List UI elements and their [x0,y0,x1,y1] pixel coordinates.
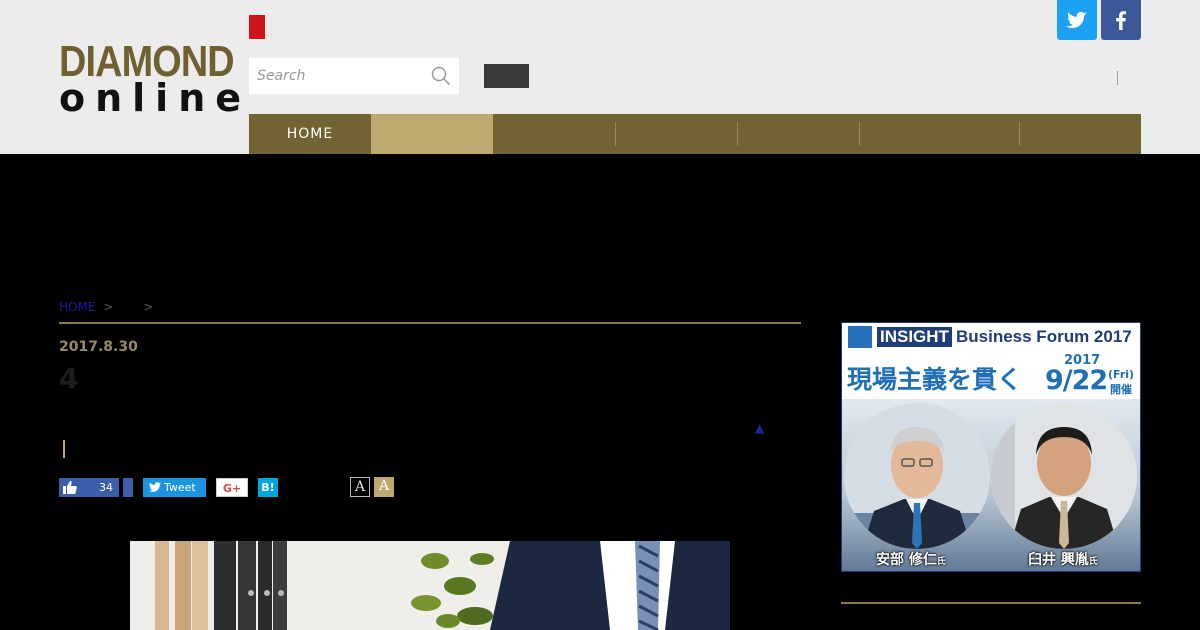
speaker-2-portrait [991,403,1137,549]
main-nav: HOME [249,114,1141,154]
facebook-icon [1116,11,1126,30]
nav-item-5[interactable] [859,114,1019,154]
header-divider [1117,71,1118,85]
speaker-2-suffix: 氏 [1088,557,1098,567]
article-title: 4 [59,362,79,395]
facebook-share-button[interactable] [123,478,133,497]
logo-wordmark-diamond: DIAMOND [59,37,235,86]
font-size-large-button[interactable]: A [374,477,394,497]
nav-item-3[interactable] [615,114,737,154]
breadcrumb-home-link[interactable]: HOME [59,300,95,314]
ad-forum-title: Business Forum 2017 [956,327,1132,346]
breadcrumb-separator: > [103,300,114,314]
ad-day-of-week: (Fri) [1108,368,1135,381]
speaker-2-name: 臼井 興胤氏 [1028,549,1098,569]
scroll-up-arrow-icon[interactable]: ▲ [755,421,764,435]
tweet-label: Tweet [164,481,196,494]
facebook-follow-button[interactable] [1101,0,1141,40]
speaker-2-name-text: 臼井 興胤 [1028,552,1089,568]
premium-badge[interactable] [249,15,265,39]
site-logo[interactable]: DIAMOND online [59,37,252,120]
google-plus-button[interactable]: G+ [216,478,248,497]
ad-insight-label: INSIGHT [877,327,952,347]
nav-item-2[interactable] [493,114,615,154]
ad-date: 9/22 [1045,365,1108,396]
breadcrumb-separator: > [143,300,154,314]
speaker-1-suffix: 氏 [936,557,946,567]
hatena-bookmark-button[interactable]: B! [258,478,278,497]
twitter-bird-icon [149,482,161,492]
speaker-1-name-text: 安部 修仁 [876,552,937,568]
login-button[interactable] [484,64,529,88]
tweet-button[interactable]: Tweet [143,478,206,497]
search-icon[interactable] [431,66,451,86]
article-top-rule [59,322,801,324]
article-date: 2017.8.30 [59,339,138,355]
font-size-small-button[interactable]: A [350,477,370,497]
twitter-icon [1066,11,1087,29]
facebook-like-button[interactable]: 34 [59,478,119,497]
nav-item-1[interactable] [371,114,493,154]
ad-held-label: 開催 [1110,383,1132,396]
site-header: DIAMOND online HOME [0,0,1200,154]
speaker-1-name: 安部 修仁氏 [876,549,946,569]
businessman-photo [130,541,730,630]
logo-wordmark-online: online [59,76,252,120]
like-count: 34 [99,481,113,494]
sidebar-rule [841,602,1141,604]
twitter-follow-button[interactable] [1057,0,1097,40]
nav-item-6[interactable] [1019,114,1141,154]
thumbs-up-icon [63,481,77,494]
text-cursor [63,440,65,458]
article-photo [130,541,730,630]
search-input[interactable] [249,58,424,94]
nav-item-4[interactable] [737,114,859,154]
breadcrumb: HOME > > [59,300,162,314]
amex-logo [848,326,872,348]
ad-lead-text: 現場主義を貫く [847,365,1023,394]
speaker-1-portrait [844,403,990,549]
insight-forum-ad-banner[interactable]: INSIGHT Business Forum 2017 現場主義を貫く 2017… [841,322,1141,572]
nav-item-home[interactable]: HOME [249,114,371,154]
search-box [249,58,459,94]
